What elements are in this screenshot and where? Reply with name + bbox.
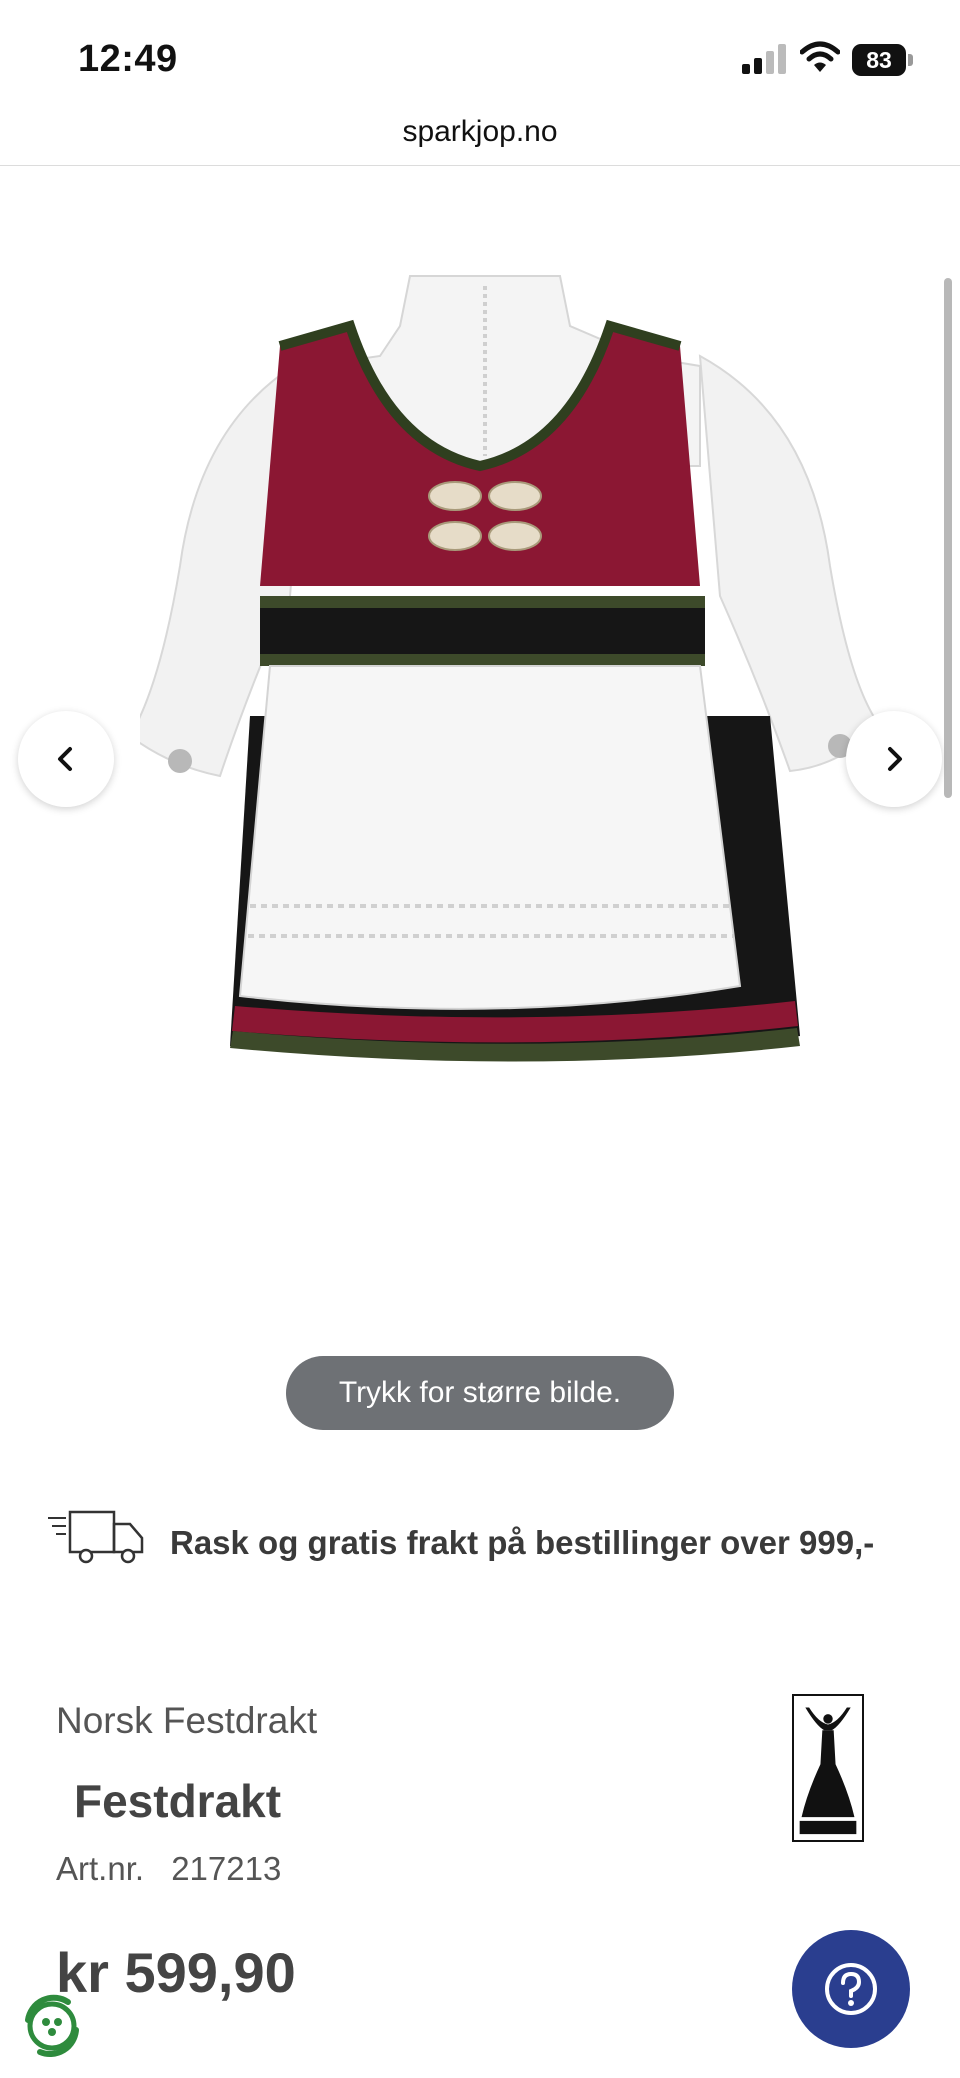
status-time: 12:49 (78, 38, 178, 80)
product-image[interactable] (140, 266, 880, 1166)
gallery-prev-button[interactable] (18, 711, 114, 807)
article-number-label: Art.nr. (56, 1850, 145, 1887)
scrollbar[interactable] (944, 278, 952, 798)
chevron-right-icon (888, 747, 902, 771)
cellular-signal-icon (742, 44, 786, 74)
gallery-next-button[interactable] (846, 711, 942, 807)
article-number-value: 217213 (171, 1850, 282, 1887)
product-gallery[interactable] (0, 166, 960, 1456)
article-number: Art.nr. 217213 (56, 1850, 281, 1888)
shipping-text: Rask og gratis frakt på bestillinger ove… (170, 1524, 875, 1561)
status-bar: 12:49 83 (0, 0, 960, 110)
tap-for-larger-image-hint[interactable]: Trykk for større bilde. (286, 1356, 674, 1430)
battery-level: 83 (852, 44, 906, 76)
url-bar[interactable]: sparkjop.no (0, 110, 960, 166)
brand-logo[interactable] (792, 1694, 864, 1842)
shipping-banner: Rask og gratis frakt på bestillinger ove… (46, 1510, 946, 1570)
delivery-truck-icon (48, 1510, 144, 1564)
help-button[interactable] (792, 1930, 910, 2048)
brand-name[interactable]: Norsk Festdrakt (56, 1700, 317, 1742)
chevron-left-icon (58, 747, 72, 771)
product-price: kr 599,90 (56, 1941, 296, 2004)
recycle-icon[interactable] (16, 1990, 88, 2062)
wifi-icon (800, 41, 840, 72)
battery-cap (908, 54, 913, 66)
product-title: Festdrakt (74, 1775, 282, 1827)
battery-icon: 83 (852, 44, 914, 76)
question-mark-icon (825, 1963, 877, 2015)
